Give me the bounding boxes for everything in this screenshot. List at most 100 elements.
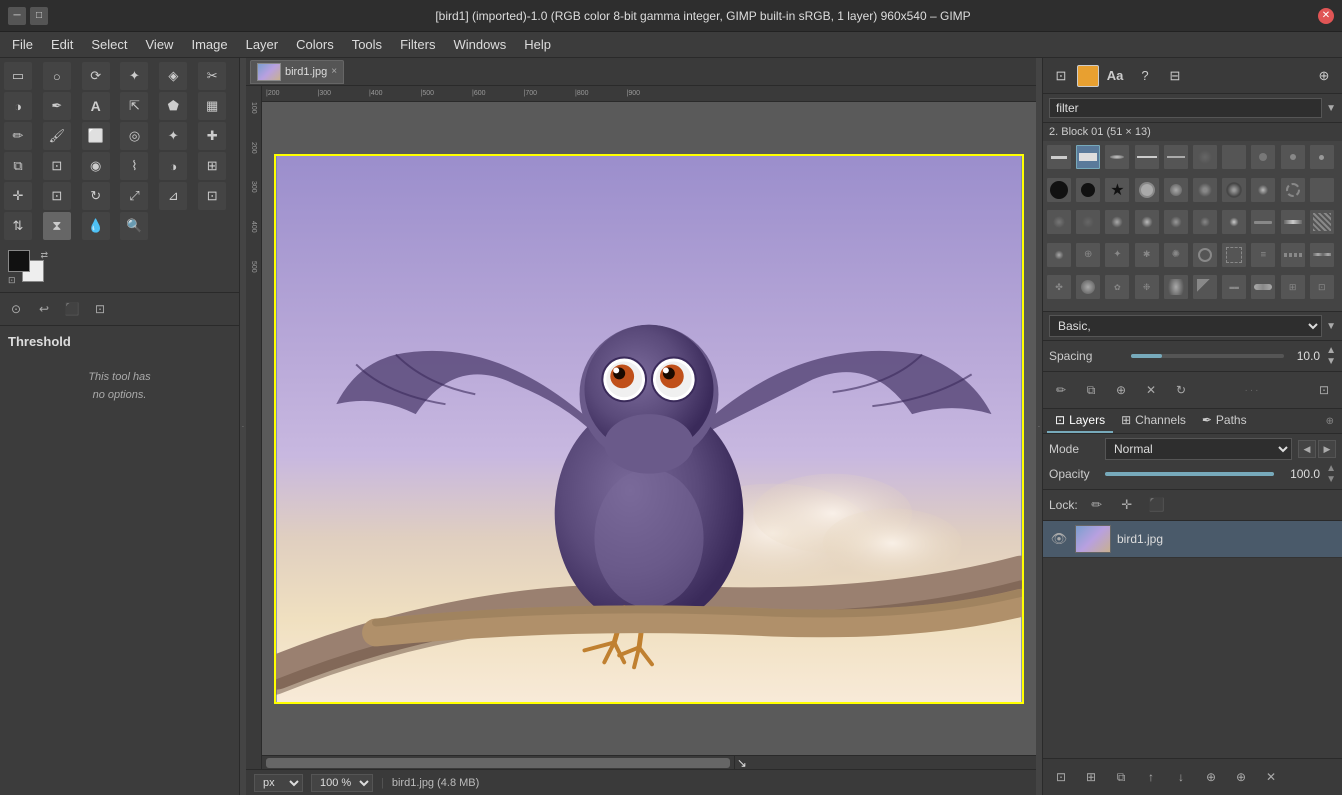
brush-cell[interactable] xyxy=(1047,178,1071,202)
menu-colors[interactable]: Colors xyxy=(288,35,342,54)
layer-down[interactable]: ↓ xyxy=(1167,763,1195,791)
brush-cell[interactable] xyxy=(1310,178,1334,202)
brush-cell[interactable] xyxy=(1193,243,1217,267)
brush-cell[interactable] xyxy=(1076,145,1100,169)
brush-cell[interactable] xyxy=(1135,178,1159,202)
tool-flip[interactable]: ⇅ xyxy=(4,212,32,240)
brush-cell[interactable] xyxy=(1222,145,1246,169)
menu-layer[interactable]: Layer xyxy=(238,35,287,54)
brush-cell[interactable]: ✱ xyxy=(1135,243,1159,267)
menu-edit[interactable]: Edit xyxy=(43,35,81,54)
filter-dropdown-arrow[interactable]: ▼ xyxy=(1326,103,1336,114)
restore-icon[interactable]: ⬛ xyxy=(60,297,84,321)
tool-move[interactable]: ✛ xyxy=(4,182,32,210)
brush-cell[interactable] xyxy=(1164,145,1188,169)
new-brush-icon[interactable]: ⊕ xyxy=(1107,376,1135,404)
tool-fuzzy-select[interactable]: ✦ xyxy=(120,62,148,90)
tool-shear[interactable]: ⊿ xyxy=(159,182,187,210)
tool-color-picker[interactable]: 💧 xyxy=(82,212,110,240)
brush-cell[interactable] xyxy=(1047,243,1071,267)
brush-cell[interactable] xyxy=(1310,210,1334,234)
brush-settings-icon[interactable]: ⊡ xyxy=(1310,376,1338,404)
brush-cell[interactable] xyxy=(1310,243,1334,267)
expand-icon[interactable]: ⊕ xyxy=(1310,62,1338,90)
spacing-slider[interactable] xyxy=(1131,354,1284,358)
brush-cell[interactable] xyxy=(1310,145,1334,169)
layer-visibility-toggle[interactable]: 👁 xyxy=(1049,529,1069,549)
brush-cell[interactable] xyxy=(1193,145,1217,169)
mode-next[interactable]: ▶ xyxy=(1318,440,1336,458)
layer-up[interactable]: ↑ xyxy=(1137,763,1165,791)
color-swap-icon[interactable]: ⇄ xyxy=(40,250,48,261)
brush-cell[interactable] xyxy=(1076,275,1100,299)
brush-cell[interactable] xyxy=(1076,210,1100,234)
brush-cell[interactable] xyxy=(1193,210,1217,234)
refresh-brush-icon[interactable]: ↻ xyxy=(1167,376,1195,404)
brush-cell[interactable]: ≡ xyxy=(1251,243,1275,267)
brush-cell[interactable] xyxy=(1222,210,1246,234)
brush-cell[interactable] xyxy=(1281,178,1305,202)
brush-cell[interactable] xyxy=(1193,275,1217,299)
tool-blur[interactable]: ◉ xyxy=(82,152,110,180)
delete-layer[interactable]: ✕ xyxy=(1257,763,1285,791)
lock-pixels-icon[interactable]: ✏ xyxy=(1086,494,1108,516)
brush-cell[interactable] xyxy=(1105,145,1129,169)
brush-cell[interactable] xyxy=(1251,145,1275,169)
brush-cell[interactable]: ✿ xyxy=(1105,275,1129,299)
tool-scale[interactable]: ⤢ xyxy=(120,182,148,210)
close-button[interactable]: ✕ xyxy=(1318,8,1334,24)
brush-cell[interactable] xyxy=(1222,243,1246,267)
brush-cell[interactable]: ✺ xyxy=(1164,243,1188,267)
menu-help[interactable]: Help xyxy=(516,35,559,54)
color-icon[interactable] xyxy=(1077,65,1099,87)
foreground-color-swatch[interactable] xyxy=(8,250,30,272)
tool-dodge[interactable]: ◑ xyxy=(159,152,187,180)
brush-cell[interactable] xyxy=(1047,210,1071,234)
opacity-up[interactable]: ▲ xyxy=(1326,463,1336,474)
edit-brush-icon[interactable]: ✏ xyxy=(1047,376,1075,404)
lock-position-icon[interactable]: ✛ xyxy=(1116,494,1138,516)
minimize-button[interactable]: ─ xyxy=(8,7,26,25)
duplicate-brush-icon[interactable]: ⧉ xyxy=(1077,376,1105,404)
tool-scissors[interactable]: ✂ xyxy=(198,62,226,90)
device-status-icon[interactable]: ⊟ xyxy=(1161,62,1189,90)
new-layer-group[interactable]: ⊞ xyxy=(1077,763,1105,791)
tool-lasso[interactable]: ⟳ xyxy=(82,62,110,90)
menu-windows[interactable]: Windows xyxy=(445,35,514,54)
tool-rotate[interactable]: ↻ xyxy=(82,182,110,210)
tool-blend[interactable]: ▦ xyxy=(198,92,226,120)
config-icon[interactable]: ⊡ xyxy=(88,297,112,321)
preset-select[interactable]: Basic, xyxy=(1049,315,1322,337)
brush-cell[interactable] xyxy=(1164,178,1188,202)
opacity-down[interactable]: ▼ xyxy=(1326,474,1336,485)
tool-clone[interactable]: ⧉ xyxy=(4,152,32,180)
canvas-viewport[interactable] xyxy=(262,102,1036,755)
brush-cell[interactable] xyxy=(1047,145,1071,169)
brush-filter-input[interactable] xyxy=(1049,98,1322,118)
brush-cell[interactable] xyxy=(1281,210,1305,234)
menu-filters[interactable]: Filters xyxy=(392,35,443,54)
tool-fg-select[interactable]: ◑ xyxy=(4,92,32,120)
brush-cell[interactable] xyxy=(1135,210,1159,234)
h-scroll-thumb[interactable] xyxy=(266,758,730,768)
tool-ellipse-select[interactable]: ○ xyxy=(43,62,71,90)
unit-select[interactable]: px % in mm xyxy=(254,774,303,792)
tool-rect-select[interactable]: ▭ xyxy=(4,62,32,90)
tool-bucket[interactable]: ⬟ xyxy=(159,92,187,120)
preset-dropdown-arrow[interactable]: ▼ xyxy=(1326,321,1336,332)
panel-expand-button[interactable]: ⊕ xyxy=(1322,412,1338,431)
tab-close-button[interactable]: × xyxy=(331,66,337,77)
tool-align[interactable]: ⊞ xyxy=(198,152,226,180)
image-tab-bird1[interactable]: bird1.jpg × xyxy=(250,60,344,84)
new-layer[interactable]: ⊕ xyxy=(1197,763,1225,791)
tool-smudge[interactable]: ⌇ xyxy=(120,152,148,180)
tool-eraser[interactable]: ⬜ xyxy=(82,122,110,150)
brush-cell[interactable] xyxy=(1193,178,1217,202)
horizontal-scrollbar[interactable]: ↘ xyxy=(262,755,1036,769)
tool-ink[interactable]: ✦ xyxy=(159,122,187,150)
tool-path[interactable]: ✒ xyxy=(43,92,71,120)
lock-alpha-icon[interactable]: ⬛ xyxy=(1146,494,1168,516)
menu-select[interactable]: Select xyxy=(83,35,135,54)
mode-select[interactable]: Normal Multiply Screen Overlay xyxy=(1105,438,1292,460)
tool-perspective[interactable]: ⊡ xyxy=(198,182,226,210)
